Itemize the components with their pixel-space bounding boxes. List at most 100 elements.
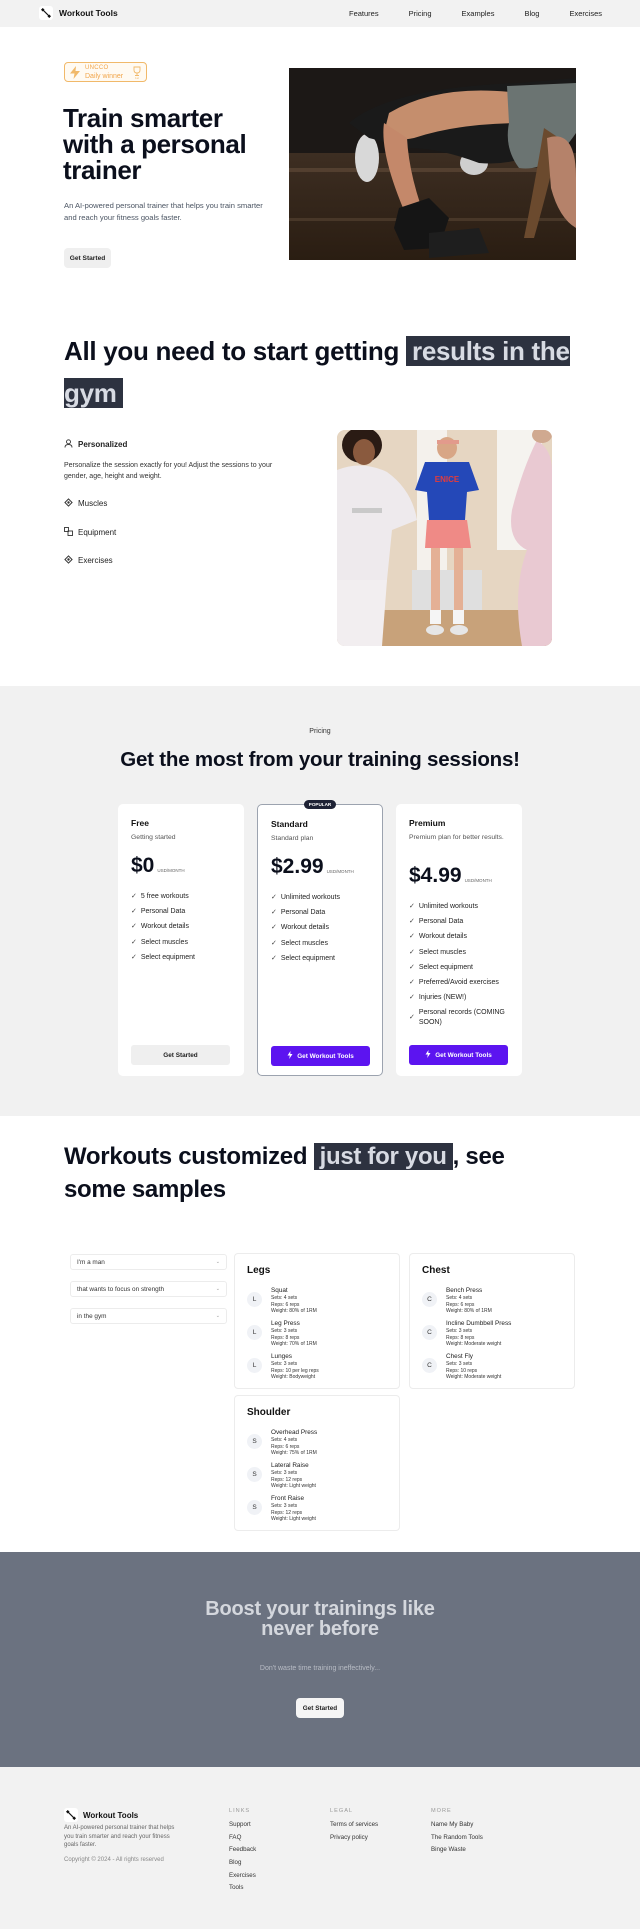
workouts-title: Workouts customized just for you, see so… [64, 1140, 564, 1206]
feature-text: Personal records (COMING SOON) [418, 1009, 505, 1027]
exercise-sets: Sets: 3 sets [271, 1503, 298, 1509]
exercise-weight: Weight: 80% of 1RM [446, 1308, 492, 1314]
chevron-down-icon: ⌄ [215, 1286, 220, 1292]
gender-select[interactable]: I'm a man ⌄ [70, 1254, 227, 1270]
footer-link-privacy[interactable]: Privacy policy [330, 1834, 378, 1841]
nav-link-pricing[interactable]: Pricing [409, 9, 432, 18]
feature-text: Select muscles [140, 938, 188, 946]
exercise-item: C Incline Dumbbell Press Sets: 3 sets Re… [422, 1320, 572, 1350]
footer-link-name-my-baby[interactable]: Name My Baby [431, 1821, 483, 1828]
plan-features: ✓ Unlimited workouts ✓ Personal Data ✓ Work… [409, 902, 514, 1034]
plan-features: ✓ 5 free workouts ✓ Personal Data ✓ Workout… [131, 892, 236, 968]
exercise-reps: Reps: 12 reps [271, 1509, 303, 1516]
plan-description: Getting started [131, 834, 176, 841]
footer-link-tools[interactable]: Tools [229, 1884, 256, 1891]
button-label: Get Workout Tools [297, 1052, 354, 1060]
feature-text: Personal Data [280, 909, 326, 917]
price-amount: $0 [131, 854, 155, 877]
exercise-sets: Sets: 3 sets [446, 1328, 473, 1334]
exercise-name: Lunges [271, 1353, 292, 1360]
dumbbell-logo-icon [64, 1808, 78, 1822]
exercise-item: S Lateral Raise Sets: 3 sets Reps: 12 re… [247, 1462, 397, 1492]
footer-column-heading: MORE [431, 1808, 452, 1814]
exercise-name: Chest Fly [446, 1353, 473, 1360]
nav-link-blog[interactable]: Blog [524, 9, 539, 18]
feature-text: Unlimited workouts [418, 903, 479, 910]
feature-row: ✓ Select equipment [131, 953, 236, 963]
hero-get-started-button[interactable]: Get Started [64, 248, 111, 268]
footer-legal-column: LEGAL Terms of services Privacy policy [330, 1808, 378, 1846]
check-icon: ✓ [271, 894, 277, 901]
workout-card-chest: Chest C Bench Press Sets: 4 sets Reps: 6… [409, 1253, 575, 1389]
exercise-name: Leg Press [271, 1320, 300, 1327]
footer-link-terms[interactable]: Terms of services [330, 1821, 378, 1828]
footer-column-heading: LINKS [229, 1808, 251, 1814]
exercise-avatar: L [247, 1358, 262, 1373]
nav-links: Features Pricing Examples Blog Exercises [319, 9, 602, 18]
nav-link-examples[interactable]: Examples [462, 9, 495, 18]
footer-link-random-tools[interactable]: The Random Tools [431, 1834, 483, 1841]
exercise-avatar: S [247, 1434, 262, 1449]
footer-link-support[interactable]: Support [229, 1821, 256, 1828]
exercise-weight: Weight: Moderate weight [446, 1374, 502, 1380]
workout-card-title: Chest [422, 1265, 450, 1276]
footer-brand[interactable]: Workout Tools [64, 1808, 138, 1822]
feature-text: Workout details [418, 933, 467, 941]
exercise-reps: Reps: 6 reps [446, 1301, 475, 1308]
check-icon: ✓ [409, 1014, 415, 1022]
footer-link-exercises[interactable]: Exercises [229, 1872, 256, 1879]
feature-muscles[interactable]: Muscles [64, 498, 107, 509]
select-value: I'm a man [77, 1258, 105, 1266]
nav-link-exercises[interactable]: Exercises [569, 9, 602, 18]
exercise-reps: Reps: 6 reps [271, 1301, 300, 1308]
feature-text: Preferred/Avoid exercises [418, 978, 499, 986]
feature-text: Personal Data [418, 918, 464, 926]
feature-equipment[interactable]: Equipment [64, 527, 116, 538]
user-icon [64, 439, 73, 450]
check-icon: ✓ [131, 893, 137, 900]
feature-exercises[interactable]: Exercises [64, 555, 113, 566]
feature-row: ✓ Select equipment [409, 963, 514, 973]
footer-link-faq[interactable]: FAQ [229, 1834, 256, 1841]
popular-badge: POPULAR [304, 800, 336, 809]
check-icon: ✓ [271, 939, 277, 947]
plan-name: Premium [409, 818, 446, 828]
workout-card-title: Legs [247, 1265, 271, 1276]
check-icon: ✓ [131, 953, 137, 961]
standard-get-workout-tools-button[interactable]: Get Workout Tools [271, 1046, 370, 1066]
badge-label: Daily winner [85, 73, 124, 80]
footer-link-feedback[interactable]: Feedback [229, 1846, 256, 1853]
band-get-started-button[interactable]: Get Started [296, 1698, 344, 1718]
exercise-item: L Squat Sets: 4 sets Reps: 6 reps Weight… [247, 1287, 397, 1317]
plan-price: $2.99 USD/MONTH [271, 855, 354, 879]
plan-card-free: Free Getting started $0 USD/MONTH ✓ 5 fre… [118, 804, 244, 1076]
svg-text:ENICE: ENICE [435, 475, 460, 484]
footer-link-blog[interactable]: Blog [229, 1859, 256, 1866]
check-icon: ✓ [409, 948, 415, 956]
hero-title: Train smarter with a personal trainer [63, 103, 247, 185]
goal-select[interactable]: that wants to focus on strength ⌄ [70, 1281, 227, 1297]
nav-link-features[interactable]: Features [349, 9, 379, 18]
features-image: ENICE [337, 430, 552, 646]
feature-row: ✓ Injuries (NEW!) [409, 993, 514, 1003]
button-label: Get Workout Tools [435, 1051, 492, 1059]
feature-row: ✓ Select muscles [131, 938, 236, 948]
location-select[interactable]: in the gym ⌄ [70, 1308, 227, 1324]
price-period: USD/MONTH [326, 869, 354, 874]
free-get-started-button[interactable]: Get Started [131, 1045, 230, 1065]
footer-link-binge-waste[interactable]: Binge Waste [431, 1846, 483, 1853]
feature-row: ✓ Personal Data [409, 917, 514, 927]
exercise-name: Overhead Press [271, 1429, 318, 1436]
select-value: that wants to focus on strength [77, 1285, 165, 1293]
brand-link[interactable]: Workout Tools [39, 6, 118, 20]
exercise-reps: Reps: 8 reps [446, 1334, 475, 1341]
feature-personalized[interactable]: Personalized [64, 439, 127, 450]
premium-get-workout-tools-button[interactable]: Get Workout Tools [409, 1045, 508, 1065]
exercise-item: S Front Raise Sets: 3 sets Reps: 12 reps… [247, 1495, 397, 1525]
daily-winner-badge[interactable]: UNCCO Daily winner 1st [64, 62, 147, 82]
feature-text: Select equipment [418, 963, 473, 971]
exercise-weight: Weight: Bodyweight [271, 1374, 316, 1380]
feature-label: Exercises [78, 556, 113, 565]
button-label: Get Started [163, 1051, 198, 1059]
footer-links-column: LINKS Support FAQ Feedback Blog Exercise… [229, 1808, 256, 1897]
